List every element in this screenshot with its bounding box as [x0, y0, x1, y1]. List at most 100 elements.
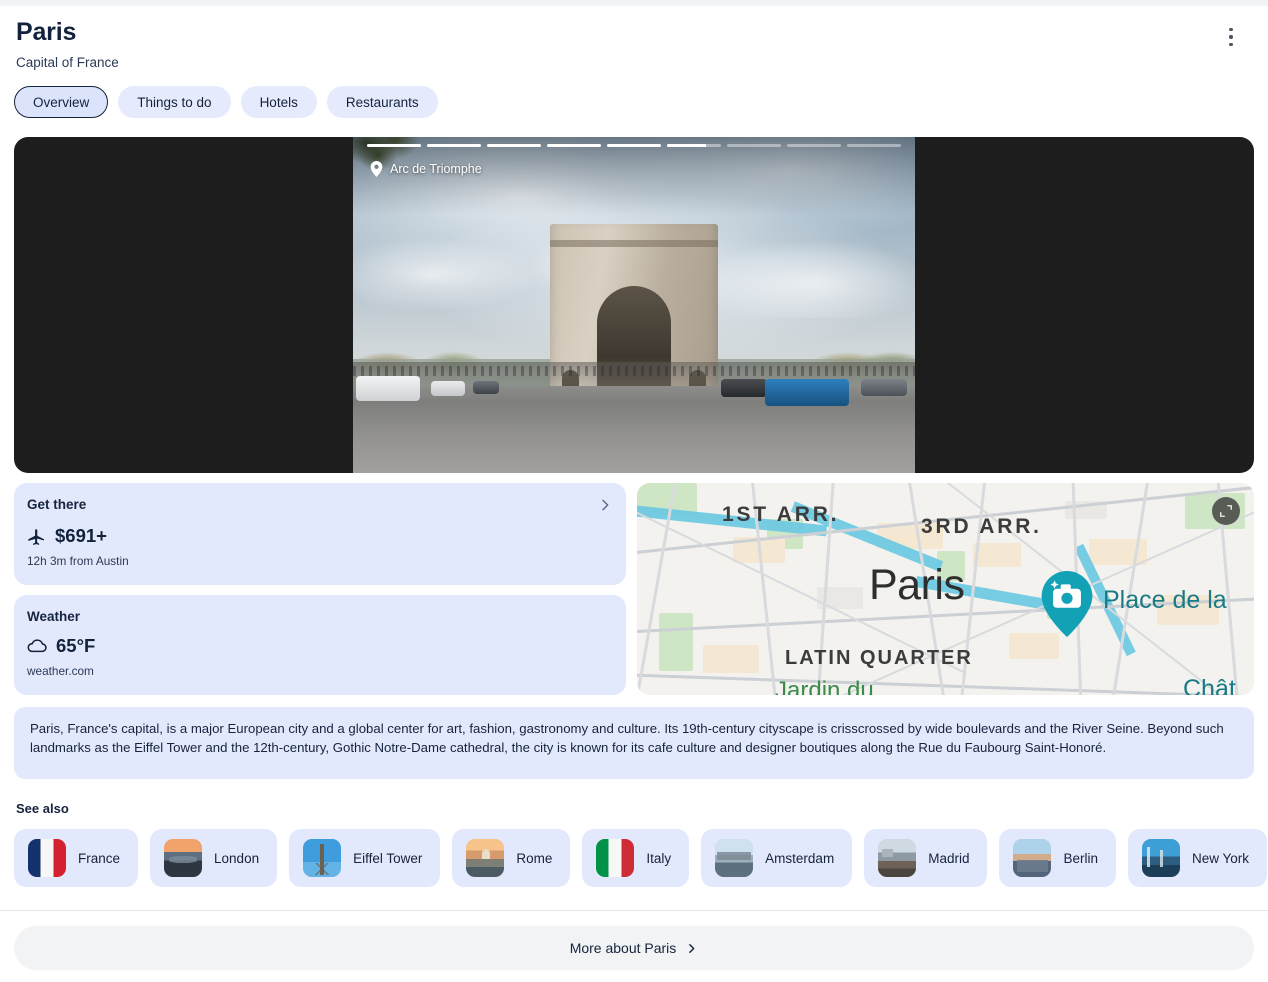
page-header: Paris Capital of France	[0, 6, 1268, 70]
vehicle	[861, 378, 907, 396]
weather-temp-row: 65°F	[27, 635, 95, 657]
story-progress-fill	[547, 144, 601, 147]
tab-label: Hotels	[259, 94, 298, 110]
vehicle	[765, 378, 849, 406]
map-builtup-block	[973, 543, 1021, 567]
kebab-dot	[1229, 42, 1233, 46]
flag-icon	[28, 839, 66, 877]
chip-thumbnail	[466, 839, 505, 877]
camera-map-pin-icon[interactable]	[1041, 571, 1093, 637]
see-also-chip-france[interactable]: France	[14, 829, 139, 887]
thumbnail-image	[1013, 839, 1052, 877]
kebab-dot	[1229, 35, 1233, 39]
chip-thumbnail	[878, 839, 917, 877]
story-progress-fill	[607, 144, 661, 147]
chevron-right-icon	[689, 943, 695, 953]
story-progress-fill	[367, 144, 421, 147]
chip-label: Eiffel Tower	[353, 850, 423, 866]
get-there-title: Get there	[27, 497, 87, 512]
map-label-chat: Chât	[1183, 675, 1236, 695]
footer-divider	[0, 910, 1268, 911]
tab-things-to-do[interactable]: Things to do	[118, 86, 231, 118]
tab-bar: Overview Things to do Hotels Restaurants	[14, 86, 438, 118]
thumbnail-image	[466, 839, 505, 877]
expand-glyph	[1220, 505, 1232, 517]
map-builtup-block	[703, 645, 759, 673]
chip-thumbnail	[164, 839, 203, 877]
story-progress-fill	[667, 144, 706, 147]
thumbnail-image	[1141, 839, 1180, 877]
chevron-right-icon[interactable]	[597, 497, 613, 513]
more-about-button[interactable]: More about Paris	[14, 926, 1254, 970]
story-progress-segment[interactable]	[787, 144, 841, 147]
chip-label: Madrid	[928, 850, 970, 866]
story-progress-segment[interactable]	[607, 144, 661, 147]
story-progress-segment[interactable]	[427, 144, 481, 147]
see-also-chip-london[interactable]: London	[150, 829, 278, 887]
chip-label: France	[78, 850, 121, 866]
map-label-paris: Paris	[869, 561, 965, 609]
pedestrian-crowd	[353, 365, 915, 376]
thumbnail-image	[715, 839, 754, 877]
get-there-price: $691+	[55, 525, 107, 546]
see-also-chip-eiffel-tower[interactable]: Eiffel Tower	[289, 829, 441, 887]
chip-thumbnail	[303, 839, 342, 877]
thumbnail-image	[303, 839, 342, 877]
story-progress-segment[interactable]	[727, 144, 781, 147]
see-also-chip-new-york[interactable]: New York	[1127, 829, 1268, 887]
weather-title: Weather	[27, 609, 81, 624]
get-there-detail: 12h 3m from Austin	[27, 554, 129, 568]
kebab-menu-icon[interactable]	[1221, 26, 1241, 48]
story-progress-segment[interactable]	[667, 144, 721, 147]
story-progress-segment[interactable]	[487, 144, 541, 147]
see-also-heading: See also	[16, 801, 69, 816]
hero-place-name: Arc de Triomphe	[390, 162, 482, 176]
chip-thumbnail	[1013, 839, 1052, 877]
weather-temperature: 65°F	[56, 635, 96, 656]
description-card: Paris, France's capital, is a major Euro…	[14, 707, 1254, 779]
vehicle	[473, 381, 499, 395]
map-label-1st-arr: 1ST ARR.	[722, 503, 840, 526]
knowledge-panel-page: Paris Capital of France Overview Things …	[0, 0, 1268, 982]
map-preview[interactable]: 1ST ARR. 3RD ARR. Paris Place de la LATI…	[637, 483, 1254, 695]
chip-label: Amsterdam	[765, 850, 835, 866]
chip-label: Italy	[646, 850, 672, 866]
weather-card[interactable]: Weather 65°F weather.com	[14, 595, 626, 695]
thumbnail-image	[164, 839, 203, 877]
get-there-card[interactable]: Get there $691+ 12h 3m from Austin	[14, 483, 626, 585]
flag-icon	[596, 839, 635, 877]
vehicle	[356, 375, 420, 401]
hero-place-label: Arc de Triomphe	[370, 161, 482, 177]
see-also-chip-amsterdam[interactable]: Amsterdam	[701, 829, 853, 887]
cloud-icon	[27, 639, 47, 653]
chip-thumbnail	[1141, 839, 1180, 877]
chip-label: London	[214, 850, 260, 866]
expand-map-icon[interactable]	[1212, 497, 1240, 525]
page-subtitle: Capital of France	[16, 55, 119, 70]
chip-label: Rome	[516, 850, 553, 866]
weather-source: weather.com	[27, 664, 94, 678]
hero-story-viewer[interactable]: Arc de Triomphe	[14, 137, 1254, 473]
chip-thumbnail	[596, 839, 635, 877]
chip-label: Berlin	[1063, 850, 1098, 866]
see-also-chip-madrid[interactable]: Madrid	[864, 829, 988, 887]
kebab-dot	[1229, 28, 1233, 32]
hero-photo-arc-de-triomphe[interactable]: Arc de Triomphe	[353, 137, 915, 473]
chip-thumbnail	[28, 839, 66, 877]
tab-overview[interactable]: Overview	[14, 86, 109, 118]
tab-restaurants[interactable]: Restaurants	[326, 86, 438, 118]
tab-label: Things to do	[137, 94, 212, 110]
thumbnail-image	[878, 839, 917, 877]
tab-label: Restaurants	[345, 94, 419, 110]
location-pin-icon	[370, 161, 383, 177]
story-progress-segment[interactable]	[547, 144, 601, 147]
story-progress-segment[interactable]	[847, 144, 901, 147]
chip-thumbnail	[715, 839, 754, 877]
see-also-chip-italy[interactable]: Italy	[582, 829, 690, 887]
story-progress-bar[interactable]	[367, 144, 901, 147]
story-progress-segment[interactable]	[367, 144, 421, 147]
airplane-icon	[28, 528, 45, 545]
tab-hotels[interactable]: Hotels	[240, 86, 317, 118]
see-also-chip-rome[interactable]: Rome	[452, 829, 571, 887]
see-also-chip-berlin[interactable]: Berlin	[999, 829, 1116, 887]
